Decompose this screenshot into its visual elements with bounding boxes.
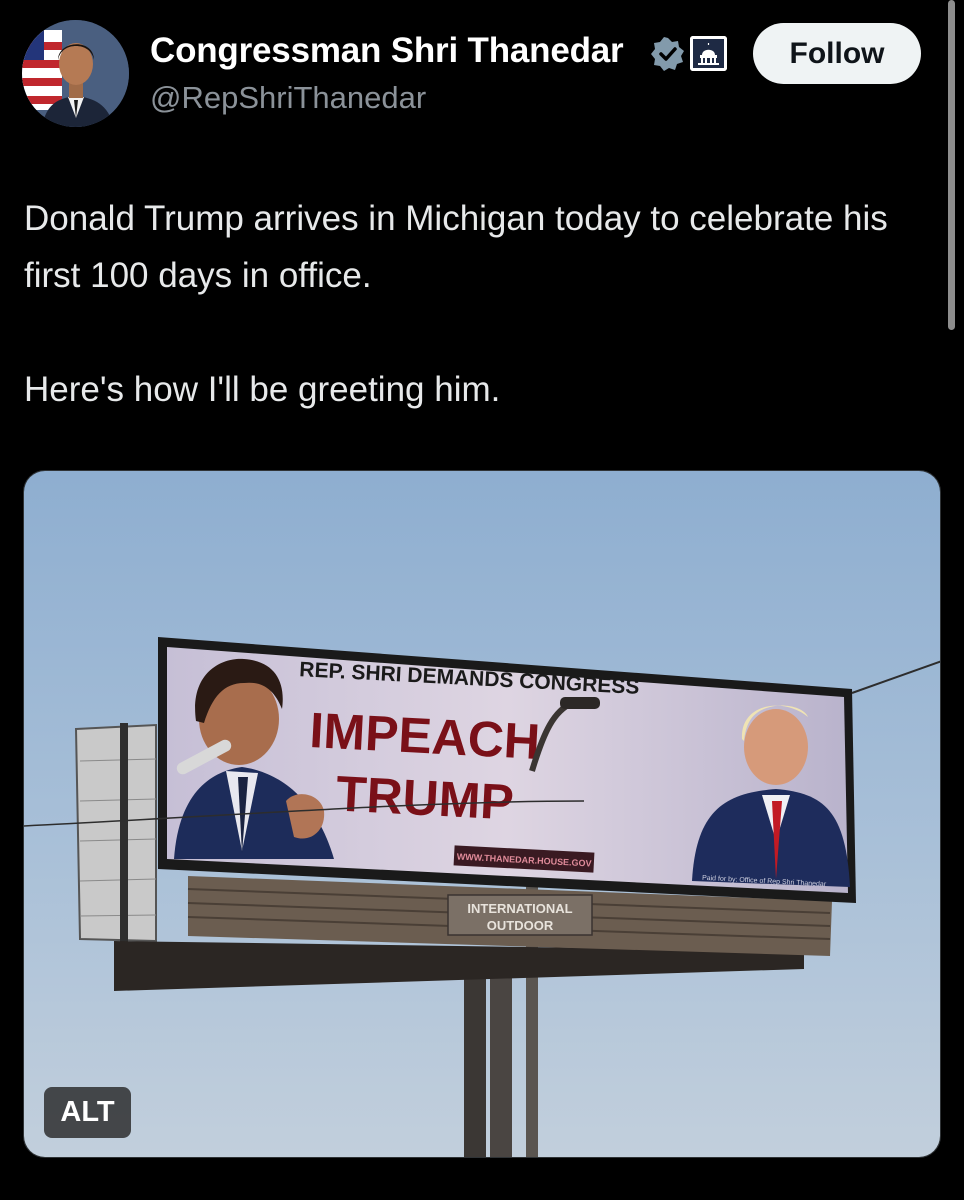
tweet-paragraph: Donald Trump arrives in Michigan today t… <box>24 199 888 295</box>
billboard-headline-2: TRUMP <box>335 765 515 830</box>
author-handle[interactable]: @RepShriThanedar <box>150 80 426 116</box>
capitol-dome-icon[interactable] <box>690 36 727 71</box>
avatar-photo <box>22 20 129 127</box>
tweet-media-image[interactable]: INTERNATIONAL OUTDOOR REP. SHRI DEMANDS … <box>23 470 941 1158</box>
billboard-photo: INTERNATIONAL OUTDOOR REP. SHRI DEMANDS … <box>24 471 940 1157</box>
scrollbar[interactable] <box>948 0 955 330</box>
avatar[interactable] <box>22 20 129 127</box>
billboard-owner-line-2: OUTDOOR <box>487 918 554 933</box>
verified-badge-icon[interactable] <box>651 37 685 71</box>
author-display-name[interactable]: Congressman Shri Thanedar <box>150 31 624 71</box>
tweet-paragraph: Here's how I'll be greeting him. <box>24 370 501 409</box>
tweet-text: Donald Trump arrives in Michigan today t… <box>24 190 924 418</box>
tweet-view: Congressman Shri Thanedar @RepShriThaned… <box>0 0 964 1200</box>
alt-text-button[interactable]: ALT <box>44 1087 131 1138</box>
billboard-owner-line-1: INTERNATIONAL <box>467 901 572 916</box>
follow-button[interactable]: Follow <box>753 23 921 84</box>
